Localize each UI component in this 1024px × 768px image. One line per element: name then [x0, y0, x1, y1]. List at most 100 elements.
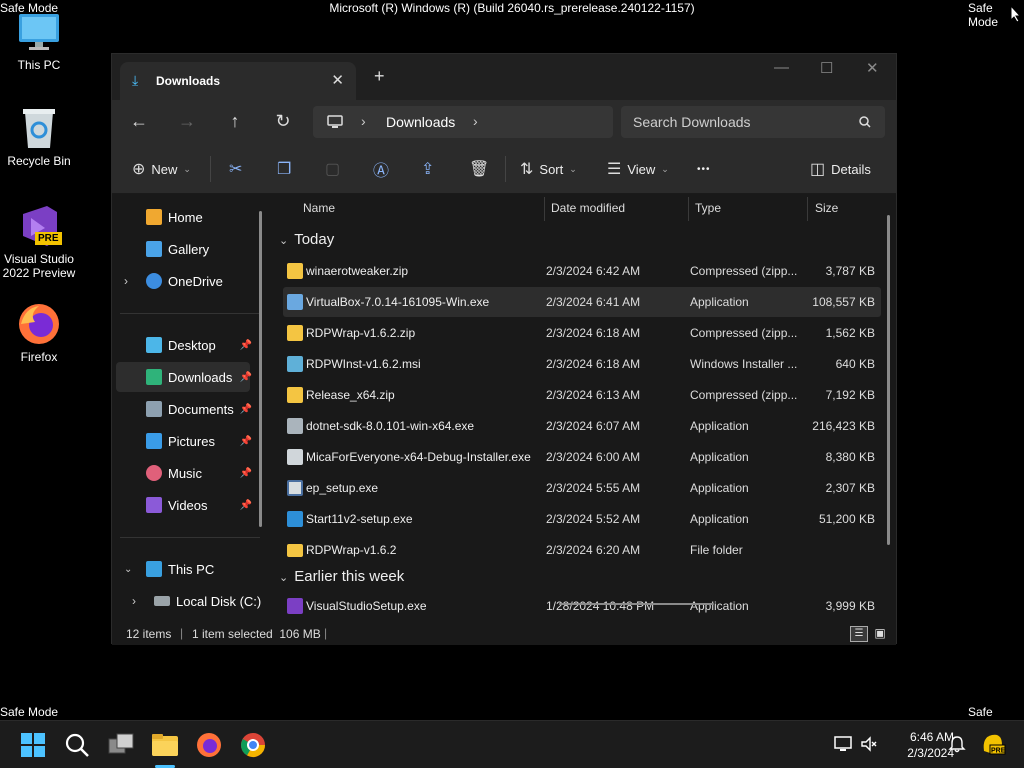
- pin-icon[interactable]: 📌: [240, 372, 252, 383]
- file-row[interactable]: dotnet-sdk-8.0.101-win-x64.exe 2/3/2024 6…: [283, 411, 881, 441]
- tiles-view-icon[interactable]: ▣: [872, 626, 888, 642]
- copy-button[interactable]: ❐: [277, 158, 291, 180]
- column-header-size[interactable]: Size: [815, 201, 838, 215]
- file-row-selected[interactable]: VirtualBox-7.0.14-161095-Win.exe 2/3/2024…: [283, 287, 881, 317]
- sidebar-item-onedrive[interactable]: › OneDrive: [116, 266, 250, 296]
- sidebar-item-pictures[interactable]: Pictures 📌: [116, 426, 252, 456]
- chevron-right-icon[interactable]: ›: [132, 594, 136, 608]
- column-separator[interactable]: [688, 197, 689, 221]
- network-icon[interactable]: [834, 735, 852, 753]
- monitor-icon: [17, 10, 61, 54]
- chevron-right-icon[interactable]: ›: [124, 274, 128, 288]
- search-box[interactable]: [621, 106, 885, 138]
- task-view-icon[interactable]: [107, 731, 135, 759]
- new-tab-button[interactable]: +: [374, 66, 385, 87]
- pin-icon[interactable]: 📌: [240, 500, 252, 511]
- search-icon[interactable]: [859, 116, 871, 128]
- sort-button[interactable]: ⇅ Sort ⌄: [520, 158, 577, 180]
- refresh-button[interactable]: ↻: [269, 110, 297, 134]
- notification-bell-icon[interactable]: [948, 735, 966, 753]
- tab-downloads[interactable]: ⤓ Downloads ✕: [120, 62, 356, 100]
- maximize-button[interactable]: ☐: [820, 59, 833, 77]
- clipboard-icon: ▢: [325, 161, 341, 178]
- sidebar-item-downloads[interactable]: Downloads 📌: [116, 362, 252, 392]
- sidebar-item-gallery[interactable]: Gallery: [116, 234, 250, 264]
- file-row[interactable]: Start11v2-setup.exe 2/3/2024 5:52 AM Appli…: [283, 504, 881, 534]
- list-view-icon: ☰: [607, 161, 622, 178]
- sidebar-item-documents[interactable]: Documents 📌: [116, 394, 252, 424]
- file-row-partial[interactable]: VisualStudioSetup.exe 1/28/2024 10:48 PM A…: [283, 591, 881, 621]
- sidebar-item-videos[interactable]: Videos 📌: [116, 490, 252, 520]
- sidebar-item-home[interactable]: Home: [116, 202, 250, 232]
- back-button[interactable]: ←: [125, 110, 153, 134]
- copilot-preview-icon[interactable]: PRE: [980, 731, 1006, 757]
- up-button[interactable]: ↑: [221, 110, 249, 134]
- safe-mode-label-bottom-left: Safe Mode: [0, 705, 59, 719]
- file-explorer-icon[interactable]: [151, 731, 179, 759]
- pin-icon[interactable]: 📌: [240, 404, 252, 415]
- desktop-icon-firefox[interactable]: Firefox: [0, 302, 78, 364]
- file-row[interactable]: ep_setup.exe 2/3/2024 5:55 AM Application 2…: [283, 473, 881, 503]
- file-row[interactable]: RDPWrap-v1.6.2.zip 2/3/2024 6:18 AM Compre…: [283, 318, 881, 348]
- chrome-icon[interactable]: [239, 731, 267, 759]
- sidebar-item-local-disk[interactable]: › Local Disk (C:): [116, 586, 266, 616]
- file-date: 2/3/2024 6:18 AM: [546, 326, 641, 340]
- desktop-icon-recycle-bin[interactable]: Recycle Bin: [0, 106, 78, 168]
- delete-button[interactable]: 🗑: [469, 158, 489, 180]
- share-button[interactable]: ⇪: [421, 158, 434, 180]
- sidebar-scrollbar[interactable]: [259, 211, 262, 527]
- forward-button[interactable]: →: [173, 110, 201, 134]
- sidebar-item-music[interactable]: Music 📌: [116, 458, 252, 488]
- music-icon: [146, 465, 162, 481]
- desktop-icon-visual-studio[interactable]: PRE Visual Studio 2022 Preview: [0, 204, 78, 280]
- desktop-icon-this-pc[interactable]: This PC: [0, 10, 78, 72]
- minimize-button[interactable]: —: [774, 59, 789, 76]
- file-size: 51,200 KB: [818, 512, 875, 526]
- view-button[interactable]: ☰ View ⌄: [607, 158, 669, 180]
- search-icon[interactable]: [63, 731, 91, 759]
- details-pane-button[interactable]: ◫ Details: [810, 158, 871, 180]
- system-clock[interactable]: 6:46 AM 2/3/2024: [884, 729, 954, 761]
- column-separator[interactable]: [544, 197, 545, 221]
- breadcrumb-downloads[interactable]: Downloads: [386, 114, 455, 130]
- desktop-icon-label: Firefox: [20, 350, 58, 364]
- tab-close-button[interactable]: ✕: [331, 71, 344, 89]
- cut-button[interactable]: ✂: [229, 158, 242, 180]
- pin-icon[interactable]: 📌: [240, 340, 252, 351]
- horizontal-scrollbar[interactable]: [559, 603, 714, 605]
- firefox-icon[interactable]: [195, 731, 223, 759]
- file-date: 1/28/2024 10:48 PM: [546, 599, 655, 613]
- file-row[interactable]: MicaForEveryone-x64-Debug-Installer.exe 2…: [283, 442, 881, 472]
- sidebar-item-label: Music: [168, 465, 202, 481]
- details-view-icon[interactable]: ☰: [850, 626, 868, 642]
- file-row[interactable]: RDPWrap-v1.6.2 2/3/2024 6:20 AM File folde…: [283, 535, 881, 565]
- file-row[interactable]: RDPWInst-v1.6.2.msi 2/3/2024 6:18 AM Windo…: [283, 349, 881, 379]
- pin-icon[interactable]: 📌: [240, 468, 252, 479]
- close-window-button[interactable]: ✕: [866, 59, 879, 77]
- column-header-name[interactable]: Name: [303, 201, 335, 215]
- file-type: Windows Installer ...: [690, 357, 798, 371]
- more-options-button[interactable]: •••: [697, 158, 711, 180]
- group-header-earlier[interactable]: ⌄ Earlier this week: [279, 568, 404, 585]
- sidebar-item-this-pc[interactable]: ⌄ This PC: [116, 554, 250, 584]
- sidebar-item-desktop[interactable]: Desktop 📌: [116, 330, 252, 360]
- chevron-down-icon[interactable]: ⌄: [124, 564, 132, 575]
- application-icon: [287, 449, 303, 465]
- file-row[interactable]: Release_x64.zip 2/3/2024 6:13 AM Compresse…: [283, 380, 881, 410]
- windows-start-icon[interactable]: [19, 731, 47, 759]
- search-input[interactable]: [633, 114, 843, 130]
- new-button[interactable]: ⊕ New ⌄: [132, 158, 191, 180]
- group-header-today[interactable]: ⌄ Today: [279, 231, 334, 248]
- application-icon: [287, 480, 303, 496]
- pin-icon[interactable]: 📌: [240, 436, 252, 447]
- file-row[interactable]: winaerotweaker.zip 2/3/2024 6:42 AM Compre…: [283, 256, 881, 286]
- column-header-date[interactable]: Date modified: [551, 201, 625, 215]
- rename-button[interactable]: Ⓐ: [373, 158, 389, 180]
- column-header-type[interactable]: Type: [695, 201, 721, 215]
- column-separator[interactable]: [807, 197, 808, 221]
- chevron-right-icon[interactable]: ›: [473, 113, 478, 129]
- file-list-scrollbar[interactable]: [887, 215, 890, 545]
- volume-muted-icon[interactable]: [860, 735, 878, 753]
- paste-button[interactable]: ▢: [325, 158, 340, 180]
- address-bar[interactable]: › Downloads ›: [313, 106, 613, 138]
